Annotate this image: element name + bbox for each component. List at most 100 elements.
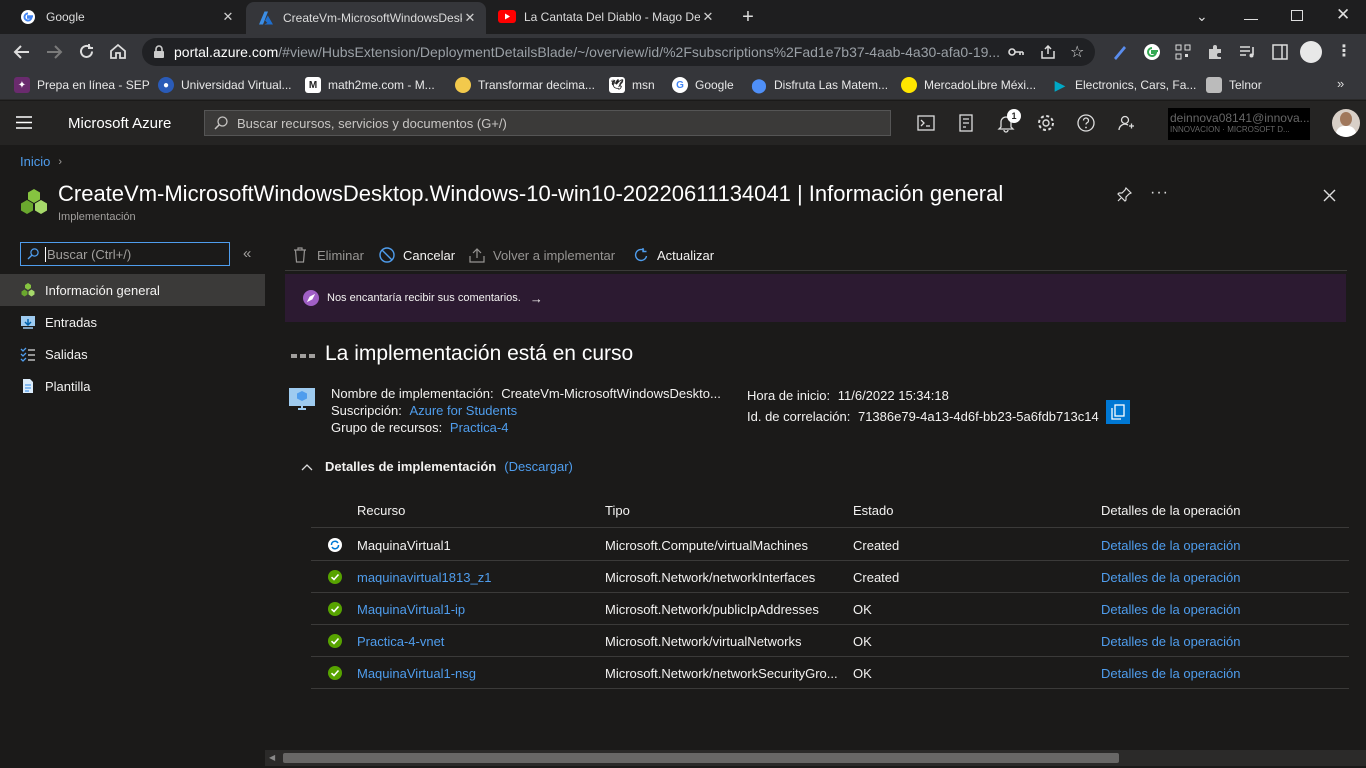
global-search-input[interactable]: Buscar recursos, servicios y documentos … (204, 110, 891, 136)
column-header-resource[interactable]: Recurso (357, 503, 405, 518)
google-icon[interactable] (1143, 43, 1161, 61)
minimize-icon[interactable] (1244, 6, 1258, 20)
bookmark-transformar[interactable]: Transformar decima... (455, 76, 595, 94)
start-time-label: Hora de inicio: (747, 388, 831, 403)
bookmark-ebay[interactable]: ▶ Electronics, Cars, Fa... (1052, 76, 1197, 94)
nav-search-input[interactable]: Buscar (Ctrl+/) (20, 242, 230, 266)
correlation-id-label: Id. de correlación: (747, 409, 851, 424)
reload-icon[interactable] (78, 43, 95, 60)
feedback-banner[interactable]: Nos encantaría recibir sus comentarios. … (285, 274, 1346, 322)
account-info[interactable]: deinnova08141@innova... INNOVACION · MIC… (1168, 108, 1310, 140)
resource-link[interactable]: Practica-4-vnet (357, 634, 444, 649)
bookmark-math2me[interactable]: Mmath2me.com - M... (305, 76, 435, 94)
profile-avatar[interactable] (1300, 41, 1322, 63)
key-icon[interactable] (1008, 46, 1024, 58)
resource-link[interactable]: MaquinaVirtual1-nsg (357, 666, 476, 681)
bookmark-google[interactable]: G Google (672, 76, 734, 94)
refresh-button[interactable]: Actualizar (633, 244, 714, 266)
telnor-icon (1206, 77, 1222, 93)
cancel-label: Cancelar (403, 247, 456, 263)
resource-status: OK (853, 666, 872, 681)
scroll-left-icon[interactable]: ◀ (269, 753, 275, 762)
breadcrumb: Inicio › (20, 154, 62, 169)
university-icon: ● (158, 77, 174, 93)
close-window-icon[interactable]: ✕ (1336, 5, 1350, 25)
rocket-icon (303, 290, 319, 306)
tab-youtube[interactable]: La Cantata Del Diablo - Mago De ✕ (488, 0, 724, 34)
template-icon (23, 379, 33, 393)
directory-filter-icon[interactable] (956, 113, 976, 133)
bookmark-msn[interactable]: 🕊 msn (609, 76, 655, 94)
scrollbar-thumb[interactable] (283, 753, 1119, 763)
in-progress-icon (328, 538, 342, 552)
redeploy-button[interactable]: Volver a implementar (469, 244, 615, 266)
kebab-menu-icon[interactable]: ⋮ (1336, 41, 1352, 61)
download-link[interactable]: (Descargar) (504, 459, 573, 474)
restore-icon[interactable] (1291, 10, 1303, 21)
home-icon[interactable] (109, 43, 127, 60)
subscription-link[interactable]: Azure for Students (409, 403, 517, 418)
deployment-info: Nombre de implementación: CreateVm-Micro… (331, 385, 721, 436)
tab-google[interactable]: Google ✕ (8, 0, 244, 34)
operation-details-link[interactable]: Detalles de la operación (1101, 634, 1240, 649)
resource-link[interactable]: MaquinaVirtual1-ip (357, 602, 465, 617)
bookmark-telnor[interactable]: Telnor (1206, 76, 1262, 94)
feedback-person-icon[interactable] (1116, 113, 1136, 133)
operation-details-link[interactable]: Detalles de la operación (1101, 602, 1240, 617)
delete-button[interactable]: Eliminar (293, 244, 364, 266)
bookmark-universidad[interactable]: ● Universidad Virtual... (158, 76, 292, 94)
collapse-nav-icon[interactable]: « (243, 245, 251, 262)
column-header-status[interactable]: Estado (853, 503, 893, 518)
forward-icon[interactable] (45, 44, 63, 60)
resource-group-link[interactable]: Practica-4 (450, 420, 509, 435)
tab-azure[interactable]: CreateVm-MicrosoftWindowsDesk ✕ (246, 2, 486, 34)
cancel-button[interactable]: Cancelar (379, 244, 455, 266)
url-host: portal.azure.com (174, 44, 279, 60)
more-bookmarks-icon[interactable]: » (1337, 76, 1344, 91)
delete-label: Eliminar (317, 247, 364, 263)
chevron-down-icon[interactable]: ⌄ (1196, 8, 1208, 25)
close-icon[interactable]: ✕ (462, 10, 478, 26)
cloud-shell-icon[interactable] (916, 113, 936, 133)
breadcrumb-home-link[interactable]: Inicio (20, 154, 50, 169)
nav-item-template[interactable]: Plantilla (0, 370, 265, 402)
azure-brand[interactable]: Microsoft Azure (68, 115, 171, 132)
pen-extension-icon[interactable] (1112, 44, 1128, 60)
nav-item-inputs[interactable]: Entradas (0, 306, 265, 338)
gear-icon[interactable] (1036, 113, 1056, 133)
more-icon[interactable]: ··· (1150, 184, 1169, 202)
bookmark-mercadolibre[interactable]: MercadoLibre Méxi... (901, 76, 1036, 94)
nav-item-outputs[interactable]: Salidas (0, 338, 265, 370)
bookmark-prepa[interactable]: ✦ Prepa en línea - SEP (14, 76, 150, 94)
media-queue-icon[interactable] (1239, 45, 1257, 59)
column-header-operation-details[interactable]: Detalles de la operación (1101, 503, 1240, 518)
pin-icon[interactable] (1117, 187, 1132, 202)
address-bar[interactable]: portal.azure.com/#view/HubsExtension/Dep… (142, 38, 1095, 66)
operation-details-link[interactable]: Detalles de la operación (1101, 666, 1240, 681)
lock-icon[interactable] (153, 45, 165, 59)
avatar[interactable] (1332, 109, 1360, 137)
qr-code-icon[interactable] (1175, 44, 1191, 60)
hamburger-menu-icon[interactable] (16, 116, 32, 129)
share-icon[interactable] (1040, 45, 1056, 59)
column-header-type[interactable]: Tipo (605, 503, 630, 518)
horizontal-scrollbar[interactable]: ◀ (265, 750, 1366, 766)
close-icon[interactable]: ✕ (700, 9, 716, 25)
bookmark-label: msn (632, 78, 655, 92)
operation-details-link[interactable]: Detalles de la operación (1101, 538, 1240, 553)
copy-button[interactable] (1106, 400, 1130, 424)
back-icon[interactable] (13, 44, 31, 60)
new-tab-icon[interactable]: + (737, 6, 759, 28)
copy-icon (1111, 404, 1125, 420)
puzzle-icon[interactable] (1207, 44, 1223, 60)
close-blade-icon[interactable] (1323, 189, 1336, 202)
help-icon[interactable] (1076, 113, 1096, 133)
side-panel-icon[interactable] (1272, 44, 1288, 60)
nav-item-overview[interactable]: Información general (0, 274, 265, 306)
resource-link[interactable]: maquinavirtual1813_z1 (357, 570, 491, 585)
bookmark-disfruta[interactable]: ⬤ Disfruta Las Matem... (751, 76, 888, 94)
operation-details-link[interactable]: Detalles de la operación (1101, 570, 1240, 585)
star-icon[interactable]: ☆ (1070, 42, 1084, 62)
details-section-header[interactable]: Detalles de implementación (Descargar) (301, 459, 573, 474)
close-icon[interactable]: ✕ (220, 9, 236, 25)
